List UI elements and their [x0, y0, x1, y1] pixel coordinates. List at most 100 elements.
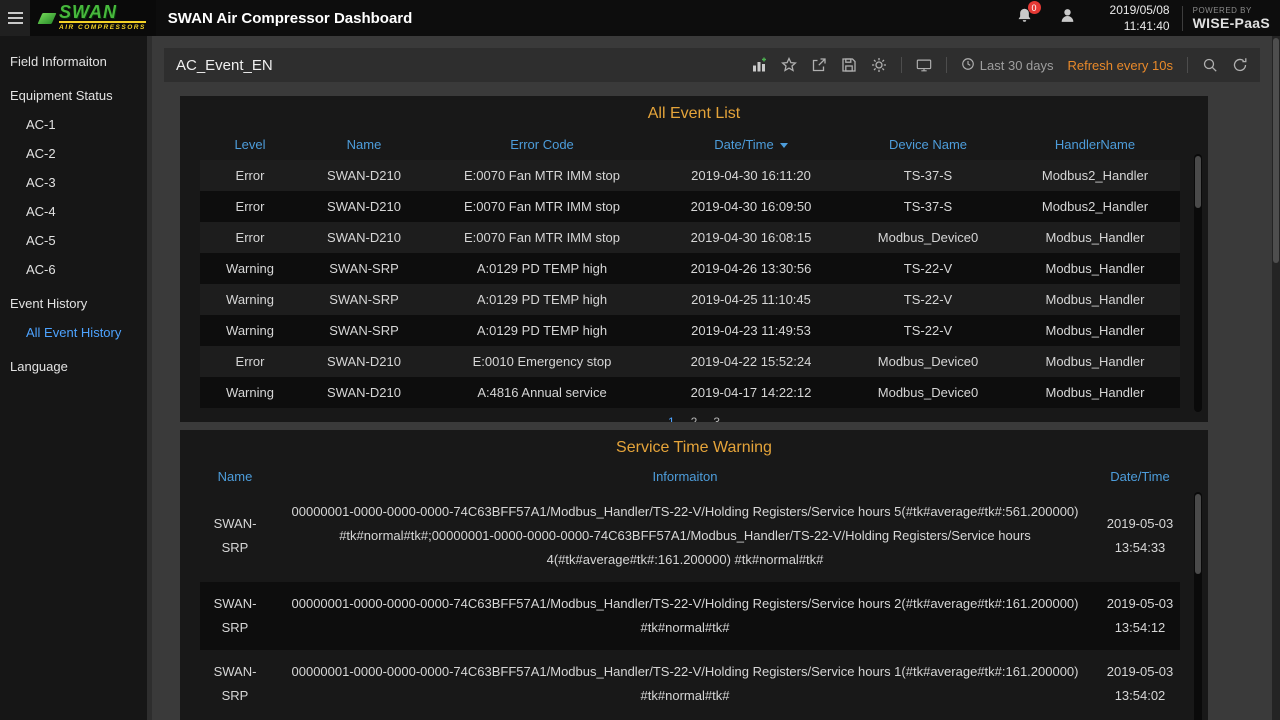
- service-cell-date: 2019-05-03 13:54:12: [1100, 582, 1180, 650]
- event-cell: Error: [200, 160, 300, 191]
- bell-icon: [1016, 11, 1033, 28]
- sidebar-item-ac-2[interactable]: AC-2: [0, 139, 147, 168]
- event-cell: Modbus_Handler: [1010, 253, 1180, 284]
- zoom-icon[interactable]: [1202, 57, 1218, 73]
- page-number-1[interactable]: 1: [668, 415, 675, 422]
- screen: SWAN AIR COMPRESSORS SWAN Air Compressor…: [0, 0, 1280, 720]
- event-cell: E:0010 Emergency stop: [428, 346, 656, 377]
- sidebar-item-event-history[interactable]: Event History: [0, 289, 147, 318]
- column-header-informaiton[interactable]: Informaiton: [270, 463, 1100, 490]
- page-number-2[interactable]: 2: [691, 415, 698, 422]
- event-cell: Error: [200, 346, 300, 377]
- event-cell: Modbus_Device0: [846, 346, 1010, 377]
- column-header-name[interactable]: Name: [300, 129, 428, 160]
- column-header-name[interactable]: Name: [200, 463, 270, 490]
- event-row[interactable]: WarningSWAN-D210A:4816 Annual service201…: [200, 377, 1180, 408]
- service-cell-name: SWAN-SRP: [200, 582, 270, 650]
- column-header-datetime[interactable]: Date/Time: [1100, 463, 1180, 490]
- scrollbar-thumb[interactable]: [1195, 494, 1201, 574]
- event-cell: Modbus_Handler: [1010, 377, 1180, 408]
- sidebar-item-ac-3[interactable]: AC-3: [0, 168, 147, 197]
- column-header-error-code[interactable]: Error Code: [428, 129, 656, 160]
- swan-logo-text: SWAN AIR COMPRESSORS: [59, 5, 146, 31]
- refresh-interval-button[interactable]: Refresh every 10s: [1068, 58, 1174, 73]
- service-cell-name: SWAN-SRP: [200, 490, 270, 582]
- sidebar-item-ac-1[interactable]: AC-1: [0, 110, 147, 139]
- scrollbar-thumb[interactable]: [1195, 156, 1201, 208]
- service-row[interactable]: SWAN-SRP00000001-0000-0000-0000-74C63BFF…: [200, 582, 1180, 650]
- column-header-device-name[interactable]: Device Name: [846, 129, 1010, 160]
- event-row[interactable]: ErrorSWAN-D210E:0010 Emergency stop2019-…: [200, 346, 1180, 377]
- sidebar: Field InformaitonEquipment StatusAC-1AC-…: [0, 36, 152, 720]
- sidebar-item-all-event-history[interactable]: All Event History: [0, 318, 147, 347]
- add-panel-icon[interactable]: [751, 57, 767, 73]
- event-cell: Modbus2_Handler: [1010, 160, 1180, 191]
- swan-logo-mark-icon: [38, 13, 57, 24]
- dashboard-toolbar: Last 30 days Refresh every 10s: [751, 57, 1248, 74]
- event-row[interactable]: WarningSWAN-SRPA:0129 PD TEMP high2019-0…: [200, 315, 1180, 346]
- notifications-button[interactable]: 0: [1016, 7, 1033, 29]
- dashboard-title[interactable]: AC_Event_EN: [176, 57, 273, 74]
- event-cell: Warning: [200, 377, 300, 408]
- time-range-button[interactable]: Last 30 days: [961, 57, 1054, 74]
- column-header-date-time[interactable]: Date/Time: [656, 129, 846, 160]
- event-cell: Modbus_Handler: [1010, 284, 1180, 315]
- sidebar-item-field-informaiton[interactable]: Field Informaiton: [0, 47, 147, 76]
- star-icon[interactable]: [781, 57, 797, 73]
- main-content: AC_Event_EN: [152, 36, 1272, 720]
- toolbar-divider: [901, 57, 902, 73]
- column-header-level[interactable]: Level: [200, 129, 300, 160]
- event-cell: 2019-04-22 15:52:24: [656, 346, 846, 377]
- column-header-handlername[interactable]: HandlerName: [1010, 129, 1180, 160]
- gear-icon[interactable]: [871, 57, 887, 73]
- topbar: SWAN AIR COMPRESSORS SWAN Air Compressor…: [0, 0, 1280, 36]
- event-cell: 2019-04-17 14:22:12: [656, 377, 846, 408]
- swan-logo: SWAN AIR COMPRESSORS: [30, 0, 156, 36]
- event-cell: Modbus_Handler: [1010, 222, 1180, 253]
- event-cell: E:0070 Fan MTR IMM stop: [428, 222, 656, 253]
- service-row[interactable]: SWAN-SRP00000001-0000-0000-0000-74C63BFF…: [200, 650, 1180, 718]
- sidebar-item-language[interactable]: Language: [0, 352, 147, 381]
- page-number-3[interactable]: 3: [713, 415, 720, 422]
- app-title: SWAN Air Compressor Dashboard: [168, 10, 413, 27]
- event-panel-scrollbar[interactable]: [1194, 154, 1202, 412]
- sidebar-item-ac-6[interactable]: AC-6: [0, 255, 147, 284]
- save-icon[interactable]: [841, 57, 857, 73]
- panel-title: Service Time Warning: [180, 430, 1208, 463]
- event-cell: SWAN-D210: [300, 191, 428, 222]
- scrollbar-thumb[interactable]: [1273, 38, 1279, 263]
- datetime: 2019/05/08 11:41:40: [1110, 2, 1170, 34]
- event-cell: 2019-04-23 11:49:53: [656, 315, 846, 346]
- event-cell: Warning: [200, 284, 300, 315]
- event-cell: A:4816 Annual service: [428, 377, 656, 408]
- page-scrollbar[interactable]: [1272, 36, 1280, 720]
- sidebar-item-ac-5[interactable]: AC-5: [0, 226, 147, 255]
- service-panel-scrollbar[interactable]: [1194, 492, 1202, 720]
- service-cell-info: 00000001-0000-0000-0000-74C63BFF57A1/Mod…: [270, 650, 1100, 718]
- event-row[interactable]: ErrorSWAN-D210E:0070 Fan MTR IMM stop201…: [200, 222, 1180, 253]
- menu-icon[interactable]: [0, 0, 30, 36]
- event-cell: 2019-04-30 16:11:20: [656, 160, 846, 191]
- event-cell: SWAN-SRP: [300, 253, 428, 284]
- share-icon[interactable]: [811, 57, 827, 73]
- user-button[interactable]: [1059, 7, 1076, 29]
- sidebar-item-equipment-status[interactable]: Equipment Status: [0, 81, 147, 110]
- event-cell: SWAN-SRP: [300, 284, 428, 315]
- sort-caret-icon: [780, 143, 788, 148]
- event-row[interactable]: WarningSWAN-SRPA:0129 PD TEMP high2019-0…: [200, 284, 1180, 315]
- event-cell: SWAN-D210: [300, 346, 428, 377]
- event-row[interactable]: WarningSWAN-SRPA:0129 PD TEMP high2019-0…: [200, 253, 1180, 284]
- tv-mode-icon[interactable]: [916, 57, 932, 73]
- event-cell: Modbus_Handler: [1010, 346, 1180, 377]
- event-row[interactable]: ErrorSWAN-D210E:0070 Fan MTR IMM stop201…: [200, 191, 1180, 222]
- event-row[interactable]: ErrorSWAN-D210E:0070 Fan MTR IMM stop201…: [200, 160, 1180, 191]
- event-cell: TS-22-V: [846, 315, 1010, 346]
- time-text: 11:41:40: [1110, 18, 1170, 34]
- panel-title: All Event List: [180, 96, 1208, 129]
- service-row[interactable]: SWAN-SRP00000001-0000-0000-0000-74C63BFF…: [200, 490, 1180, 582]
- date-text: 2019/05/08: [1110, 2, 1170, 18]
- refresh-icon[interactable]: [1232, 57, 1248, 73]
- sidebar-item-ac-4[interactable]: AC-4: [0, 197, 147, 226]
- event-table-body: ErrorSWAN-D210E:0070 Fan MTR IMM stop201…: [200, 160, 1180, 408]
- topbar-right: 0 2019/05/08 11:41:40 POWERED BY WISE-Pa…: [1016, 2, 1280, 34]
